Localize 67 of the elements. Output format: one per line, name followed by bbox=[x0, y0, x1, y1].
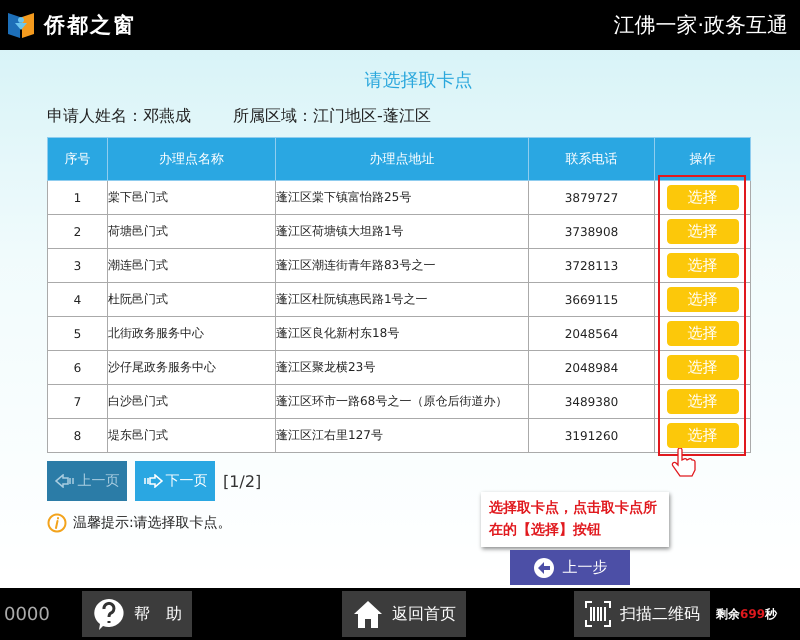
column-header: 联系电话 bbox=[528, 138, 654, 180]
table-cell: 蓬江区荷塘镇大坦路1号 bbox=[276, 214, 528, 248]
column-header: 办理点名称 bbox=[108, 138, 276, 180]
table-cell: 7 bbox=[48, 384, 108, 418]
table-cell: 蓬江区聚龙横23号 bbox=[276, 350, 528, 384]
column-header: 办理点地址 bbox=[276, 138, 528, 180]
table-cell: 蓬江区环市一路68号之一（原仓后街道办） bbox=[276, 384, 528, 418]
table-cell: 3669115 bbox=[528, 282, 654, 316]
table-cell: 5 bbox=[48, 316, 108, 350]
table-cell: 3489380 bbox=[528, 384, 654, 418]
table-cell: 蓬江区良化新村东18号 bbox=[276, 316, 528, 350]
info-icon bbox=[47, 513, 67, 533]
table-cell: 3191260 bbox=[528, 418, 654, 452]
table-cell: 2048564 bbox=[528, 316, 654, 350]
table-cell: 潮连邑门式 bbox=[108, 248, 276, 282]
left-arrow-icon bbox=[54, 474, 74, 488]
table-cell: 荷塘邑门式 bbox=[108, 214, 276, 248]
select-button[interactable]: 选择 bbox=[666, 185, 738, 210]
table-cell: 3879727 bbox=[528, 180, 654, 214]
back-button[interactable]: 上一步 bbox=[510, 550, 630, 585]
applicant-region: 所属区域：江门地区-蓬江区 bbox=[233, 106, 431, 127]
column-header: 操作 bbox=[654, 138, 750, 180]
select-button[interactable]: 选择 bbox=[666, 287, 738, 312]
scan-qr-button[interactable]: 扫描二维码 bbox=[574, 591, 710, 637]
qr-scan-icon bbox=[584, 600, 612, 628]
column-header: 序号 bbox=[48, 138, 108, 180]
select-button[interactable]: 选择 bbox=[666, 423, 738, 448]
table-cell: 3738908 bbox=[528, 214, 654, 248]
table-cell: 8 bbox=[48, 418, 108, 452]
next-page-button[interactable]: 下一页 bbox=[135, 461, 215, 501]
table-cell: 蓬江区江右里127号 bbox=[276, 418, 528, 452]
table-cell: 蓬江区潮连街青年路83号之一 bbox=[276, 248, 528, 282]
table-cell: 4 bbox=[48, 282, 108, 316]
home-button[interactable]: 返回首页 bbox=[342, 591, 466, 637]
select-button[interactable]: 选择 bbox=[666, 355, 738, 380]
table-cell: 3728113 bbox=[528, 248, 654, 282]
tip-text: 温馨提示:请选择取卡点。 bbox=[73, 514, 232, 532]
table-cell: 堤东邑门式 bbox=[108, 418, 276, 452]
applicant-name: 申请人姓名：邓燕成 bbox=[47, 106, 191, 127]
page-indicator: [1/2] bbox=[223, 472, 262, 490]
table-cell: 北街政务服务中心 bbox=[108, 316, 276, 350]
help-button[interactable]: 帮 助 bbox=[82, 591, 192, 637]
select-button[interactable]: 选择 bbox=[666, 389, 738, 414]
callout-tooltip: 选择取卡点，点击取卡点所在的【选择】按钮 bbox=[481, 492, 669, 548]
table-cell: 2 bbox=[48, 214, 108, 248]
page-title: 请选择取卡点 bbox=[364, 69, 472, 92]
table-cell: 沙仔尾政务服务中心 bbox=[108, 350, 276, 384]
table-cell: 棠下邑门式 bbox=[108, 180, 276, 214]
right-arrow-icon bbox=[142, 474, 162, 488]
table-cell: 1 bbox=[48, 180, 108, 214]
logo-text: 侨都之窗 bbox=[44, 12, 136, 39]
question-bubble-icon bbox=[92, 597, 126, 631]
table-cell: 杜阮邑门式 bbox=[108, 282, 276, 316]
table-cell: 6 bbox=[48, 350, 108, 384]
select-button[interactable]: 选择 bbox=[666, 219, 738, 244]
countdown-text: 剩余699秒 bbox=[716, 606, 778, 622]
table-cell: 蓬江区杜阮镇惠民路1号之一 bbox=[276, 282, 528, 316]
select-button[interactable]: 选择 bbox=[666, 321, 738, 346]
select-button[interactable]: 选择 bbox=[666, 253, 738, 278]
table-cell: 蓬江区棠下镇富怡路25号 bbox=[276, 180, 528, 214]
table-cell: 3 bbox=[48, 248, 108, 282]
code-text: 0000 bbox=[3, 604, 51, 624]
home-icon bbox=[352, 599, 384, 629]
table-cell: 2048984 bbox=[528, 350, 654, 384]
table-cell: 白沙邑门式 bbox=[108, 384, 276, 418]
window-logo-icon bbox=[6, 10, 36, 40]
slogan: 江佛一家·政务互通 bbox=[613, 12, 788, 39]
